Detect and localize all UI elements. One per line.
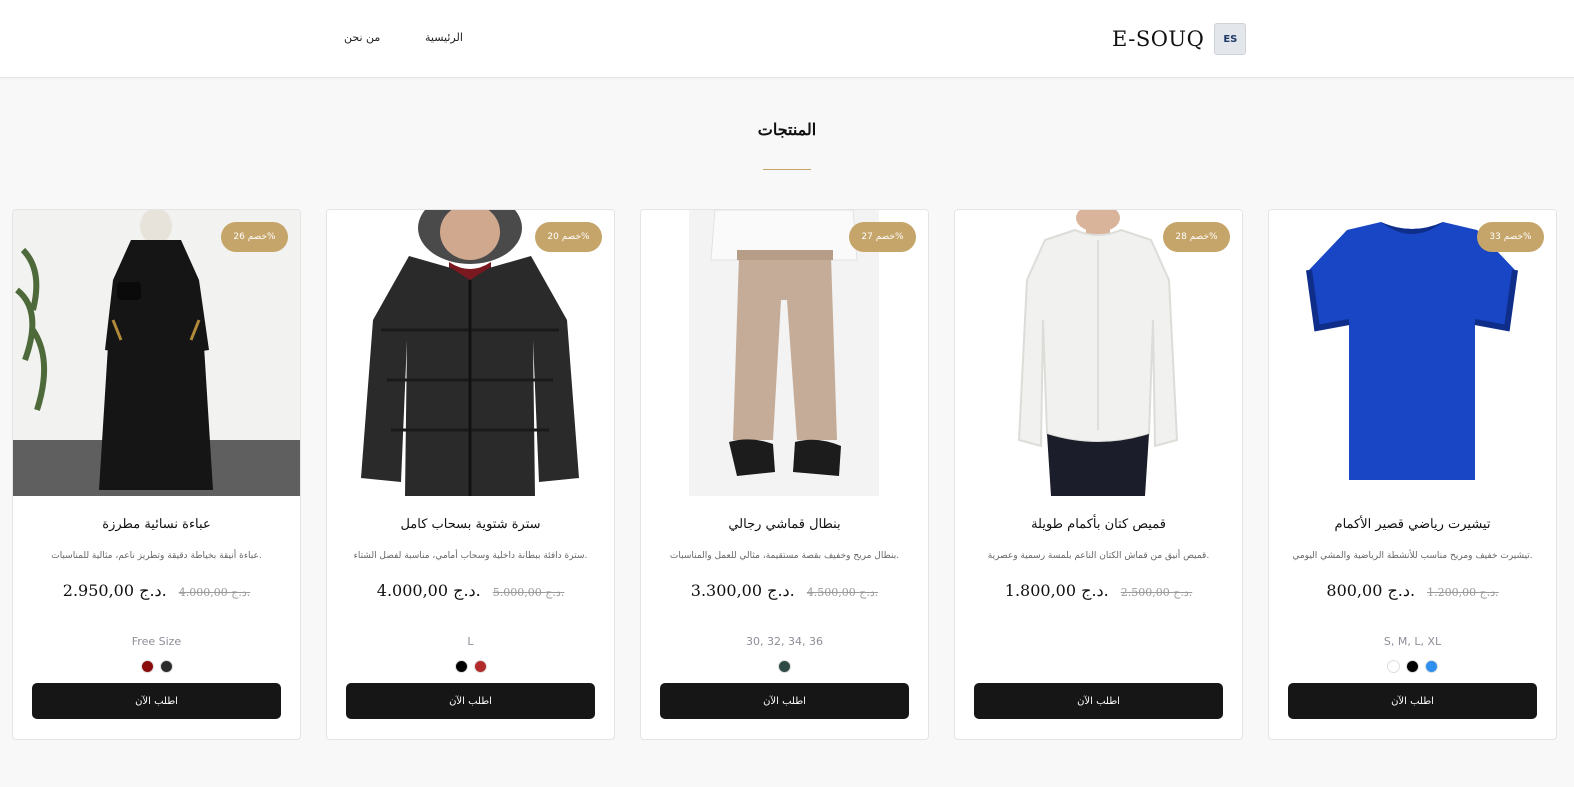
product-price-row: 800,00 د.ج. 1.200,00 د.ج. (1269, 581, 1556, 600)
title-divider (763, 169, 811, 170)
tshirt-image[interactable]: خصم 33% (1269, 210, 1556, 496)
logo[interactable]: E-SOUQ ES (1112, 22, 1247, 56)
product-sizes: Free Size (131, 635, 182, 648)
discount-badge: خصم 26% (221, 222, 288, 252)
color-swatches (327, 660, 614, 673)
product-card: خصم 26% عباءة نسائية مطرزة عباءة أنيقة ب… (12, 209, 301, 740)
current-price: 3.300,00 د.ج. (690, 581, 795, 600)
old-price: 1.200,00 د.ج. (1427, 586, 1499, 599)
old-price: 4.000,00 د.ج. (178, 586, 251, 599)
order-now-button[interactable]: اطلب الآن (32, 683, 281, 719)
product-name: سترة شتوية بسحاب كامل (400, 517, 541, 532)
order-now-button[interactable]: اطلب الآن (1288, 683, 1537, 719)
color-swatch[interactable] (1387, 660, 1400, 673)
abaya-image[interactable]: خصم 26% (13, 210, 300, 496)
shirt-image[interactable]: خصم 28% (955, 210, 1242, 496)
nav-home-link[interactable]: الرئيسية (425, 31, 463, 44)
current-price: 2.950,00 د.ج. (62, 581, 167, 600)
product-name: قميص كتان بأكمام طويلة (1031, 517, 1166, 532)
current-price: 800,00 د.ج. (1326, 581, 1416, 600)
product-card: خصم 20% سترة شتوية بسحاب كامل سترة دافئة… (326, 209, 615, 740)
color-swatch[interactable] (473, 660, 487, 673)
product-name: عباءة نسائية مطرزة (102, 517, 211, 532)
color-swatch[interactable] (1406, 660, 1419, 673)
trousers-image[interactable]: خصم 27% (641, 210, 928, 496)
product-description: تيشيرت خفيف ومريح مناسب للأنشطة الرياضية… (1292, 551, 1533, 561)
site-header: E-SOUQ ES الرئيسية من نحن (0, 0, 1574, 78)
old-price: 4.500,00 د.ج. (806, 586, 879, 599)
product-card: خصم 33% تيشيرت رياضي قصير الأكمام تيشيرت… (1268, 209, 1557, 740)
color-swatch[interactable] (140, 660, 154, 673)
discount-badge: خصم 20% (535, 222, 602, 252)
product-description: قميص أنيق من قماش الكتان الناعم بلمسة رس… (987, 551, 1210, 561)
color-swatch[interactable] (454, 660, 468, 673)
product-description: عباءة أنيقة بخياطة دقيقة وتطريز ناعم، مث… (51, 551, 262, 561)
color-swatches (641, 660, 928, 673)
old-price: 2.500,00 د.ج. (1120, 586, 1193, 599)
section-title: المنتجات (757, 120, 817, 139)
color-swatches (13, 660, 300, 673)
discount-badge: خصم 33% (1477, 222, 1544, 252)
product-price-row: 4.000,00 د.ج. 5.000,00 د.ج. (327, 581, 614, 600)
product-price-row: 1.800,00 د.ج. 2.500,00 د.ج. (955, 581, 1242, 600)
product-card: خصم 28% قميص كتان بأكمام طويلة قميص أنيق… (954, 209, 1243, 740)
product-card: خصم 27% بنطال قماشي رجالي بنطال مريح وخف… (640, 209, 929, 740)
logo-text[interactable]: E-SOUQ (1112, 27, 1204, 51)
nav-about-link[interactable]: من نحن (344, 31, 380, 44)
old-price: 5.000,00 د.ج. (492, 586, 565, 599)
cart-logo-icon[interactable]: ES (1214, 23, 1247, 55)
color-swatch[interactable] (1425, 660, 1438, 673)
color-swatches (1269, 660, 1556, 673)
current-price: 1.800,00 د.ج. (1004, 581, 1109, 600)
product-sizes: 30, 32, 34, 36 (746, 635, 823, 648)
discount-badge: خصم 27% (849, 222, 916, 252)
order-now-button[interactable]: اطلب الآن (660, 683, 909, 719)
product-description: بنطال مريح وخفيف بقصة مستقيمة، مثالي للع… (669, 551, 900, 561)
product-name: بنطال قماشي رجالي (728, 517, 841, 532)
product-sizes: L (467, 635, 474, 648)
product-description: سترة دافئة ببطانة داخلية وسحاب أمامي، من… (353, 551, 588, 561)
product-sizes: S, M, L, XL (1383, 635, 1442, 648)
product-price-row: 3.300,00 د.ج. 4.500,00 د.ج. (641, 581, 928, 600)
order-now-button[interactable]: اطلب الآن (974, 683, 1223, 719)
order-now-button[interactable]: اطلب الآن (346, 683, 595, 719)
product-price-row: 2.950,00 د.ج. 4.000,00 د.ج. (13, 581, 300, 600)
jacket-image[interactable]: خصم 20% (327, 210, 614, 496)
current-price: 4.000,00 د.ج. (376, 581, 481, 600)
product-name: تيشيرت رياضي قصير الأكمام (1334, 517, 1491, 532)
discount-badge: خصم 28% (1163, 222, 1230, 252)
color-swatch[interactable] (159, 660, 173, 673)
color-swatch[interactable] (778, 660, 791, 673)
